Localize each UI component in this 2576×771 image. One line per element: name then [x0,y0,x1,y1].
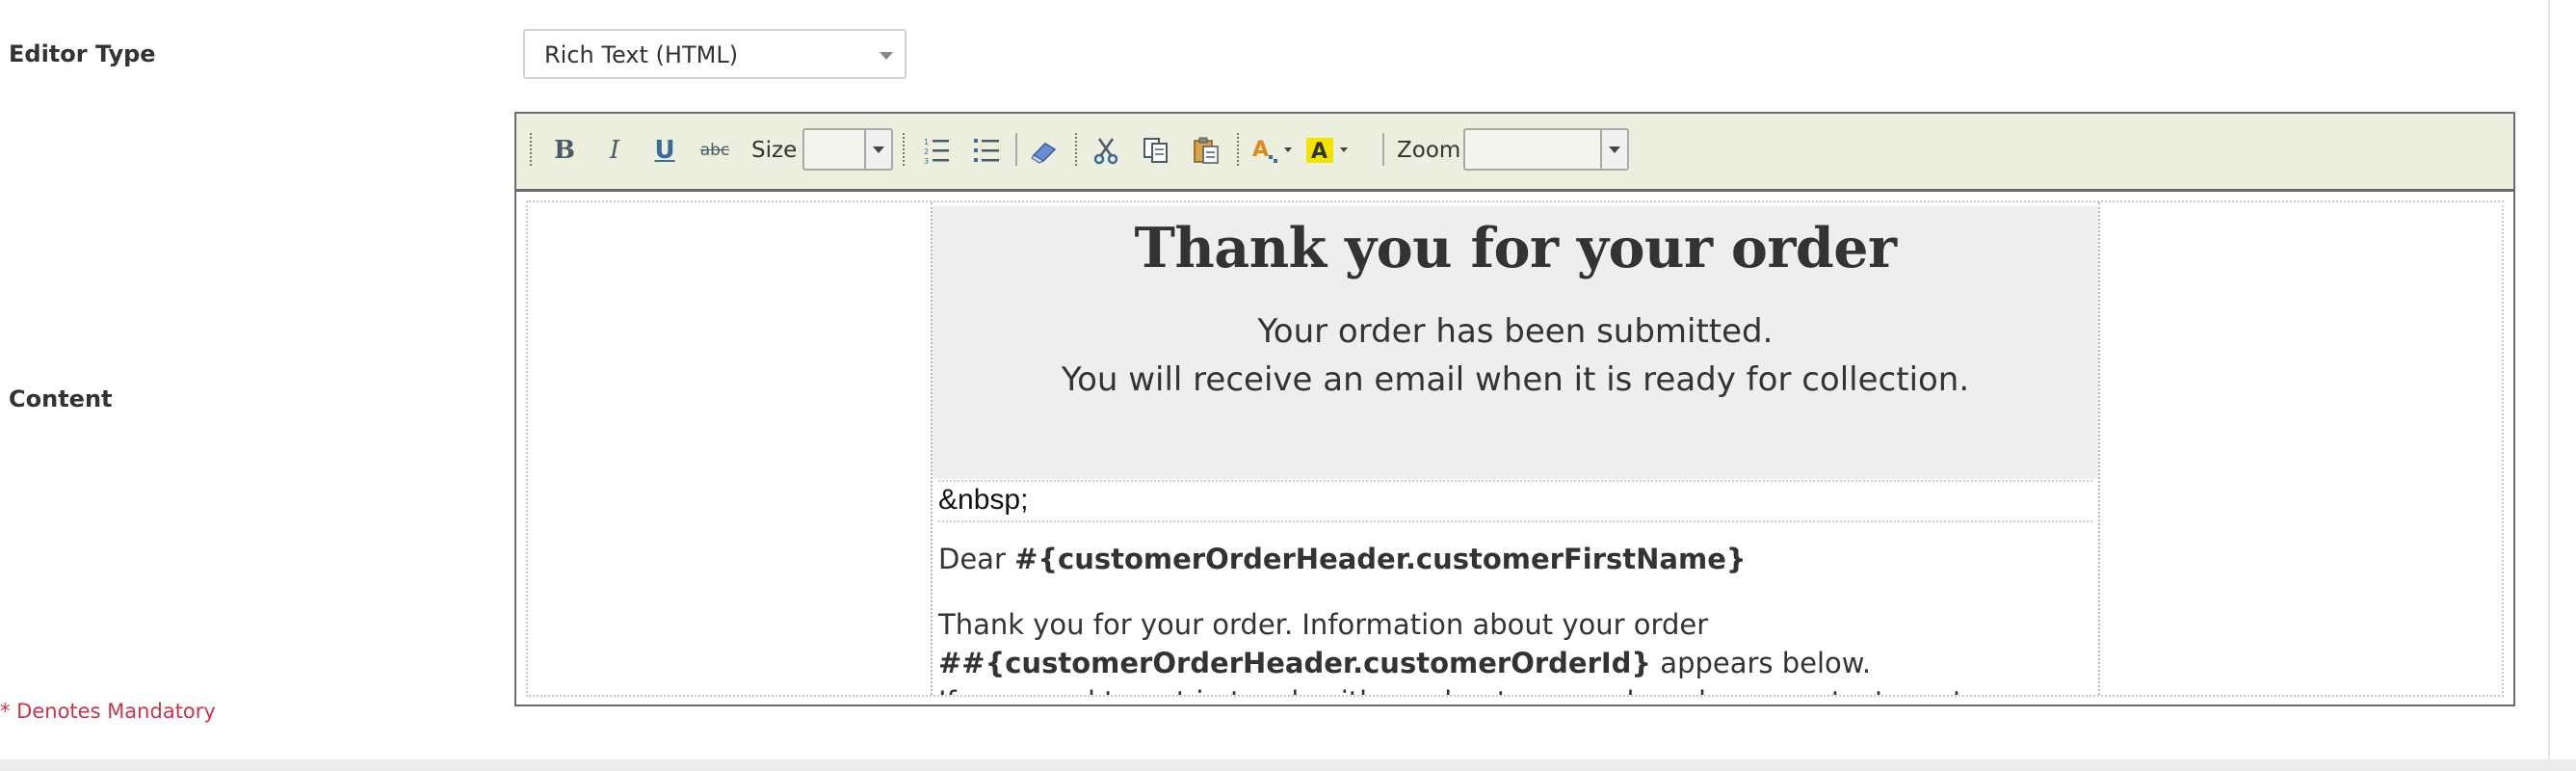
svg-text:3: 3 [924,157,929,165]
page-bottom-bar [0,759,2576,771]
paste-icon [1194,137,1219,164]
greeting-paragraph: Dear #{customerOrderHeader.customerFirst… [938,540,2092,578]
svg-text:1: 1 [924,138,929,146]
toolbar-grip[interactable] [1075,133,1081,166]
email-subheading-1: Your order has been submitted. [1257,312,1774,351]
email-subheading-2: You will receive an email when it is rea… [1061,360,1970,399]
highlight-color-button[interactable]: A [1302,131,1356,170]
nbsp-text: &nbsp; [938,484,1029,516]
bold-icon: B [554,136,575,165]
size-label: Size [751,138,798,163]
order-info-text: Thank you for your order. Information ab… [938,608,1709,641]
greeting-prefix: Dear [938,543,1015,575]
editor-content-area[interactable]: Thank you for your order Your order has … [526,200,2504,697]
font-size-dropdown-button[interactable] [864,130,891,169]
underline-button[interactable]: U [644,131,686,170]
email-banner: Thank you for your order Your order has … [933,206,2098,479]
italic-button[interactable]: I [593,131,636,170]
paste-button[interactable] [1185,131,1227,170]
customer-name-variable: #{customerOrderHeader.customerFirstName} [1014,543,1747,575]
font-size-combo[interactable] [802,128,893,171]
editor-type-value: Rich Text (HTML) [544,41,739,68]
toolbar-grip[interactable] [903,133,908,166]
eraser-icon [1031,143,1057,164]
order-info-suffix: appears below. [1651,647,1872,679]
copy-icon [1143,138,1168,163]
toolbar-grip[interactable] [530,133,536,166]
toolbar-separator [1015,133,1017,166]
remove-format-button[interactable] [1023,131,1065,170]
editor-toolbar: B I U abc Size 1 2 3 A A Zoom [516,114,2513,192]
cut-icon [1093,138,1118,165]
order-id-variable: ##{customerOrderHeader.customerOrderId} [938,647,1652,679]
zoom-dropdown-button[interactable] [1600,130,1627,169]
strikethrough-button[interactable]: abc [694,131,736,170]
rich-text-editor[interactable]: B I U abc Size 1 2 3 A A Zoom Thank you … [514,112,2515,706]
font-color-button[interactable]: A [1247,131,1301,170]
ordered-list-icon: 1 2 3 [924,138,949,165]
underline-icon: U [654,136,675,165]
font-color-icon: A [1252,138,1292,163]
svg-text:A: A [1311,140,1327,164]
svg-text:2: 2 [924,147,929,156]
zoom-label: Zoom [1397,138,1461,163]
strikethrough-icon: abc [699,141,730,160]
nbsp-row: &nbsp; [938,480,2092,522]
editor-type-label: Editor Type [9,40,156,67]
mandatory-note: * Denotes Mandatory [0,700,216,723]
email-heading: Thank you for your order [1134,216,1897,280]
email-template: Thank you for your order Your order has … [931,202,2100,695]
page-right-border [2548,0,2550,759]
bold-button[interactable]: B [543,131,586,170]
cut-button[interactable] [1085,131,1127,170]
copy-button[interactable] [1135,131,1177,170]
toolbar-separator [1382,133,1384,166]
contact-text-partial: If you need to get in touch with us abou… [938,685,1963,695]
content-label: Content [9,386,113,412]
order-info-paragraph: Thank you for your order. Information ab… [938,605,2092,695]
ordered-list-button[interactable]: 1 2 3 [915,131,958,170]
toolbar-grip[interactable] [1237,133,1243,166]
chevron-down-icon [880,52,893,60]
highlight-color-icon: A [1306,138,1348,164]
bullet-list-icon [974,139,999,162]
editor-type-select[interactable]: Rich Text (HTML) [523,29,907,79]
italic-icon: I [609,136,620,165]
svg-text:A: A [1252,138,1269,162]
email-body: Dear #{customerOrderHeader.customerFirst… [938,540,2092,695]
bullet-list-button[interactable] [965,131,1008,170]
zoom-combo[interactable] [1463,128,1629,171]
